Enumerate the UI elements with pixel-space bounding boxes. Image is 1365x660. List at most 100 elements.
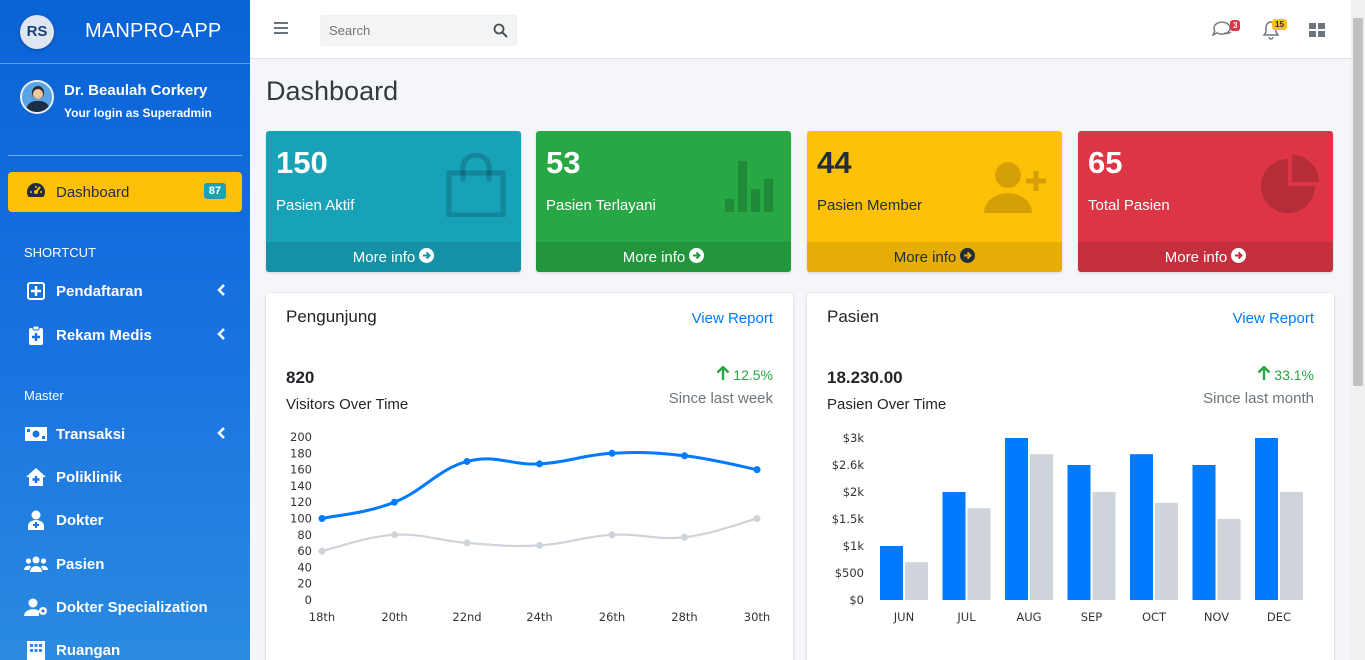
bar bbox=[942, 492, 966, 600]
sidebar-item-ruangan[interactable]: Ruangan bbox=[24, 637, 234, 660]
sidebar-item-label: Ruangan bbox=[56, 641, 121, 659]
dashboard-badge: 87 bbox=[203, 183, 226, 199]
arrow-circle-right-icon bbox=[419, 247, 435, 267]
search-input[interactable] bbox=[321, 16, 481, 45]
more-info-link[interactable]: More info bbox=[536, 242, 791, 272]
bar bbox=[1255, 438, 1278, 600]
chevron-left-icon bbox=[216, 283, 226, 301]
users-icon bbox=[24, 556, 48, 572]
search-icon[interactable] bbox=[493, 23, 508, 43]
pie-chart-icon bbox=[1257, 155, 1319, 222]
nav-header-master: Master bbox=[24, 388, 64, 403]
bar bbox=[967, 508, 991, 600]
x-tick-label: 28th bbox=[671, 610, 697, 624]
stat-label: Total Pasien bbox=[1088, 197, 1170, 214]
sidebar-item-dashboard[interactable]: Dashboard 87 bbox=[8, 172, 242, 212]
data-point bbox=[681, 452, 688, 460]
hamburger-menu-icon[interactable] bbox=[274, 22, 288, 37]
x-tick-label: 20th bbox=[381, 610, 407, 624]
brand[interactable]: RS MANPRO-APP bbox=[0, 0, 250, 64]
data-point bbox=[391, 498, 398, 506]
grid-apps-icon[interactable] bbox=[1309, 23, 1325, 42]
data-point bbox=[536, 460, 543, 468]
y-tick-label: 60 bbox=[297, 544, 312, 558]
nav-header-shortcut: SHORTCUT bbox=[24, 245, 96, 260]
y-tick-label: 20 bbox=[297, 577, 312, 591]
shopping-bag-icon bbox=[445, 152, 507, 222]
bar bbox=[1130, 454, 1153, 600]
more-info-label: More info bbox=[893, 248, 957, 266]
tachometer-icon bbox=[26, 181, 46, 204]
chevron-left-icon bbox=[216, 327, 226, 345]
x-tick-label: NOV bbox=[1204, 610, 1229, 624]
data-point bbox=[608, 531, 616, 539]
data-point bbox=[463, 539, 471, 547]
sidebar: RS MANPRO-APP Dr. Beaulah Corkery Your l… bbox=[0, 0, 250, 660]
sidebar-item-poliklinik[interactable]: Poliklinik bbox=[24, 464, 234, 490]
x-tick-label: JUL bbox=[956, 610, 976, 624]
stat-label: Pasien Aktif bbox=[276, 197, 355, 214]
bar bbox=[905, 562, 928, 600]
patients-card: Pasien View Report 18.230.00 Pasien Over… bbox=[807, 293, 1334, 660]
stat-box-total-pasien: 65 Total Pasien More info bbox=[1078, 131, 1333, 272]
avatar bbox=[20, 80, 54, 114]
bar bbox=[1030, 454, 1053, 600]
x-tick-label: AUG bbox=[1016, 610, 1041, 624]
stat-value: 44 bbox=[817, 145, 852, 180]
more-info-link[interactable]: More info bbox=[1078, 242, 1333, 272]
x-tick-label: JUN bbox=[893, 610, 914, 624]
y-tick-label: $2k bbox=[843, 485, 865, 499]
sidebar-item-rekam-medis[interactable]: Rekam Medis bbox=[24, 322, 234, 348]
bar bbox=[1280, 492, 1303, 600]
sidebar-item-label: Dokter Specialization bbox=[56, 598, 208, 616]
sidebar-item-label: Transaksi bbox=[56, 425, 126, 443]
data-point bbox=[753, 466, 761, 474]
more-info-link[interactable]: More info bbox=[266, 242, 521, 272]
y-tick-label: $2.6k bbox=[832, 458, 865, 472]
more-info-label: More info bbox=[622, 248, 686, 266]
bar bbox=[1155, 502, 1178, 600]
patients-bar-chart: $0 $500 $1k $1.5k $2k $2.6k $3k JUN JUL AUG SEP OCT… bbox=[832, 431, 1303, 624]
bar bbox=[880, 546, 903, 600]
y-tick-label: 0 bbox=[305, 593, 312, 607]
x-tick-label: OCT bbox=[1142, 610, 1167, 624]
data-point bbox=[536, 541, 543, 549]
y-tick-label: 100 bbox=[290, 512, 312, 526]
x-tick-label: 22nd bbox=[452, 610, 481, 624]
visitors-line-chart: 0 20 40 60 80 100 120 140 160 180 200 18th 20th 22nd 2… bbox=[290, 430, 770, 624]
more-info-label: More info bbox=[1164, 248, 1228, 266]
doctor-icon bbox=[24, 510, 48, 530]
sidebar-item-label: Pendaftaran bbox=[56, 282, 143, 300]
arrow-circle-right-icon bbox=[960, 247, 976, 267]
bar bbox=[1092, 492, 1116, 600]
data-point bbox=[753, 515, 761, 522]
sidebar-item-transaksi[interactable]: Transaksi bbox=[24, 421, 234, 447]
more-info-label: More info bbox=[352, 248, 416, 266]
y-tick-label: 120 bbox=[290, 495, 312, 509]
user-panel[interactable]: Dr. Beaulah Corkery Your login as Supera… bbox=[8, 64, 242, 156]
page-scrollbar[interactable] bbox=[1351, 0, 1365, 660]
x-tick-label: SEP bbox=[1081, 610, 1103, 624]
user-cog-icon bbox=[24, 598, 48, 616]
sidebar-item-pasien[interactable]: Pasien bbox=[24, 551, 234, 577]
y-tick-label: $1.5k bbox=[832, 512, 865, 526]
sidebar-item-dokter[interactable]: Dokter bbox=[24, 507, 234, 533]
bar bbox=[1067, 465, 1091, 600]
stat-box-pasien-terlayani: 53 Pasien Terlayani More info bbox=[536, 131, 791, 272]
data-point bbox=[318, 515, 326, 522]
sidebar-item-dokter-specialization[interactable]: Dokter Specialization bbox=[24, 594, 234, 620]
notifications-badge: 15 bbox=[1272, 19, 1287, 30]
y-tick-label: $0 bbox=[849, 593, 864, 607]
sidebar-item-pendaftaran[interactable]: Pendaftaran bbox=[24, 278, 234, 304]
messages-icon[interactable] bbox=[1211, 20, 1232, 43]
stat-value: 150 bbox=[276, 145, 328, 180]
stat-label: Pasien Terlayani bbox=[546, 197, 656, 214]
sidebar-item-label: Dashboard bbox=[56, 183, 130, 201]
more-info-link[interactable]: More info bbox=[807, 242, 1062, 272]
stat-value: 53 bbox=[546, 145, 581, 180]
x-tick-label: DEC bbox=[1267, 610, 1291, 624]
y-tick-label: $3k bbox=[843, 431, 865, 445]
chevron-left-icon bbox=[216, 426, 226, 444]
stat-label: Pasien Member bbox=[817, 197, 923, 214]
stat-box-pasien-member: 44 Pasien Member More info bbox=[807, 131, 1062, 272]
